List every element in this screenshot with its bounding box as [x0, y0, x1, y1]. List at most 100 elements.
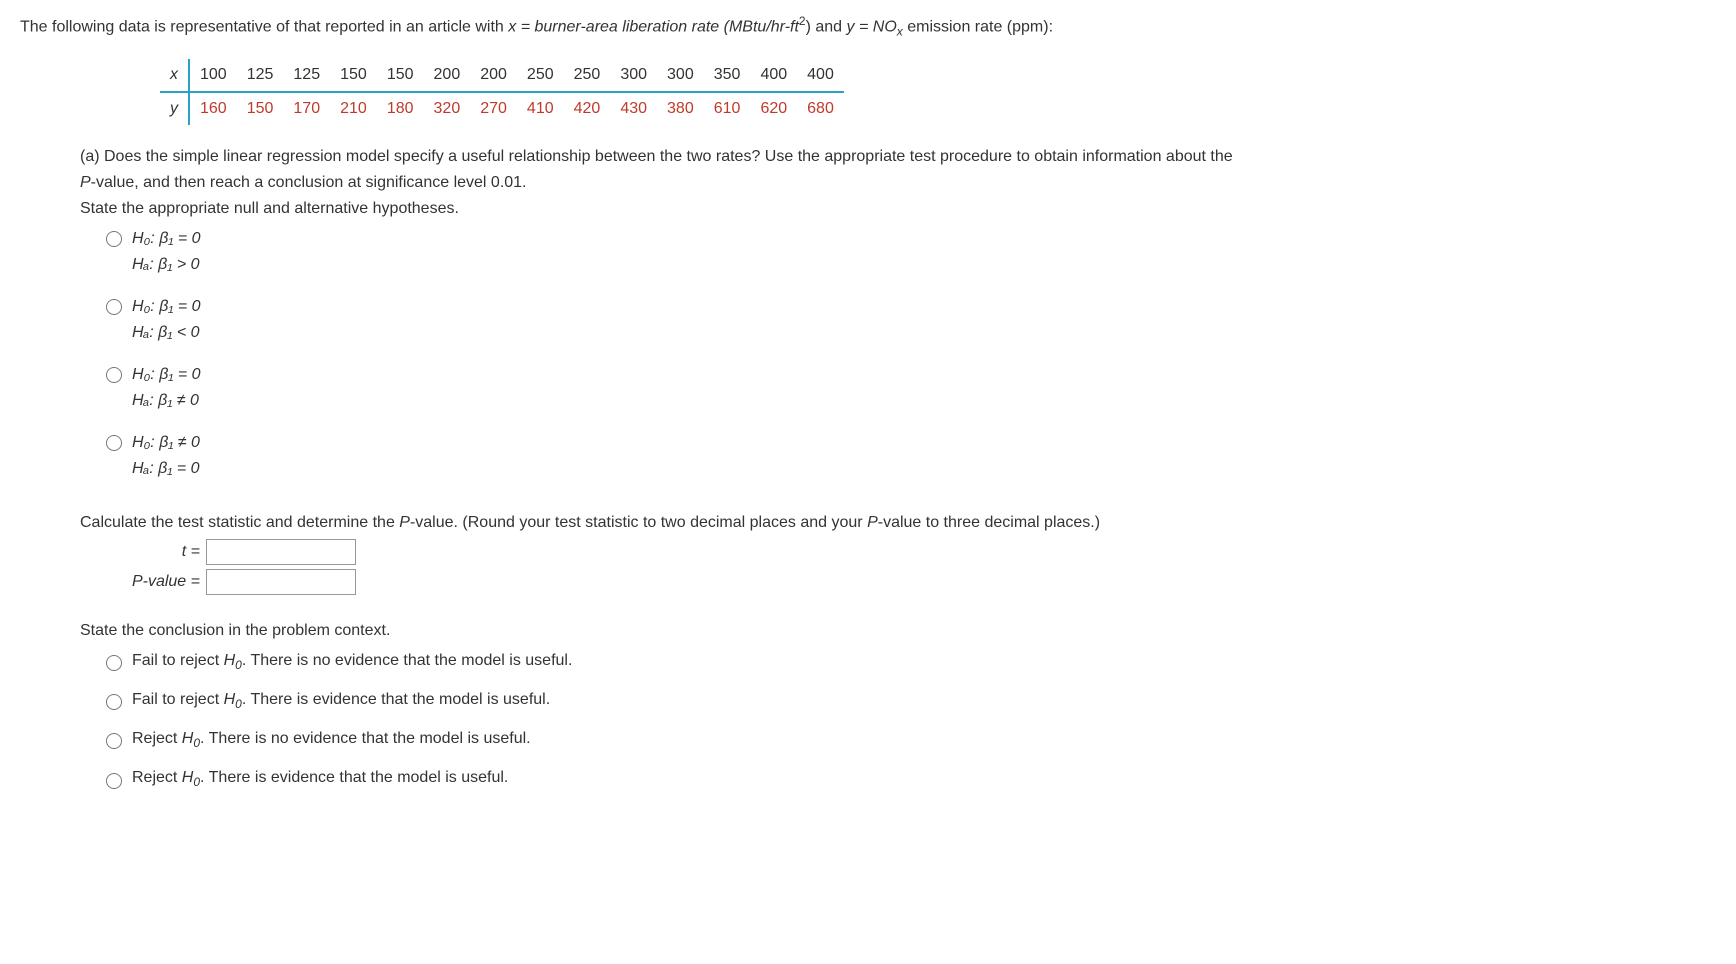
ha-text: Hₐ: β₁ < 0: [132, 324, 200, 341]
x-cell: 300: [610, 59, 657, 92]
table-row-y: y 160 150 170 210 180 320 270 410 420 43…: [160, 92, 844, 125]
radio-icon[interactable]: [106, 367, 122, 383]
conclusion-text: Reject H0. There is no evidence that the…: [132, 727, 531, 752]
radio-icon[interactable]: [106, 733, 122, 749]
x-cell: 125: [283, 59, 330, 92]
x-cell: 100: [189, 59, 237, 92]
part-a-line1: (a) Does the simple linear regression mo…: [80, 145, 1716, 169]
y-cell: 420: [564, 92, 611, 125]
state-hyp: State the appropriate null and alternati…: [80, 197, 1716, 221]
conc-rest4: . There is evidence that the model is us…: [200, 769, 508, 786]
conclusion-option-4[interactable]: Reject H0. There is evidence that the mo…: [106, 766, 1716, 791]
hypothesis-text: H₀: β₁ ≠ 0 Hₐ: β₁ = 0: [132, 431, 200, 483]
x-cell: 125: [237, 59, 284, 92]
hypothesis-text: H₀: β₁ = 0 Hₐ: β₁ ≠ 0: [132, 363, 201, 415]
h0-italic: H: [224, 652, 236, 669]
h0-text: H₀: β₁ = 0: [132, 366, 201, 383]
y-cell: 620: [750, 92, 797, 125]
conclusion-option-1[interactable]: Fail to reject H0. There is no evidence …: [106, 649, 1716, 674]
table-row-x: x 100 125 125 150 150 200 200 250 250 30…: [160, 59, 844, 92]
conc-rej1: Reject: [132, 730, 182, 747]
conclusion-text: Fail to reject H0. There is no evidence …: [132, 649, 572, 674]
radio-icon[interactable]: [106, 299, 122, 315]
x-cell: 250: [517, 59, 564, 92]
intro-prefix: The following data is representative of …: [20, 18, 508, 35]
intro-y-eq: y = NO: [847, 18, 897, 35]
h0-text: H₀: β₁ ≠ 0: [132, 434, 200, 451]
h0-italic: H: [224, 691, 236, 708]
conclusion-text: Reject H0. There is evidence that the mo…: [132, 766, 508, 791]
radio-icon[interactable]: [106, 694, 122, 710]
radio-icon[interactable]: [106, 773, 122, 789]
p-value-input[interactable]: [206, 569, 356, 595]
x-cell: 350: [704, 59, 751, 92]
y-cell: 410: [517, 92, 564, 125]
x-cell: 150: [377, 59, 424, 92]
y-cell: 170: [283, 92, 330, 125]
y-cell: 270: [470, 92, 517, 125]
y-cell: 430: [610, 92, 657, 125]
part-a-q2-rest: -value, and then reach a conclusion at s…: [91, 174, 527, 191]
calc-prompt: Calculate the test statistic and determi…: [80, 511, 1716, 535]
conc-rest2: . There is evidence that the model is us…: [242, 691, 550, 708]
hypothesis-option-4[interactable]: H₀: β₁ ≠ 0 Hₐ: β₁ = 0: [106, 431, 1716, 483]
ha-text: Hₐ: β₁ > 0: [132, 256, 200, 273]
part-a-q1: (a) Does the simple linear regression mo…: [80, 148, 1233, 165]
data-table-wrapper: x 100 125 125 150 150 200 200 250 250 30…: [160, 59, 1716, 125]
conclusion-options: Fail to reject H0. There is no evidence …: [106, 649, 1716, 792]
intro-x-eq: x = burner-area liberation rate (MBtu/hr…: [508, 18, 799, 35]
intro-y-close: emission rate (ppm):: [903, 18, 1053, 35]
conclusion-prompt: State the conclusion in the problem cont…: [80, 619, 1716, 643]
hypothesis-option-1[interactable]: H₀: β₁ = 0 Hₐ: β₁ > 0: [106, 227, 1716, 279]
conc-fail2: Fail to reject: [132, 691, 224, 708]
radio-icon[interactable]: [106, 435, 122, 451]
p-italic: P: [399, 514, 410, 531]
conc-rej2: Reject: [132, 769, 182, 786]
conclusion-option-2[interactable]: Fail to reject H0. There is evidence tha…: [106, 688, 1716, 713]
radio-icon[interactable]: [106, 231, 122, 247]
y-cell: 680: [797, 92, 844, 125]
hypothesis-option-3[interactable]: H₀: β₁ = 0 Hₐ: β₁ ≠ 0: [106, 363, 1716, 415]
y-cell: 150: [237, 92, 284, 125]
intro-sq: 2: [799, 14, 806, 28]
h0-italic: H: [182, 730, 194, 747]
y-cell: 380: [657, 92, 704, 125]
y-cell: 210: [330, 92, 377, 125]
calc-prompt-mid: -value. (Round your test statistic to tw…: [410, 514, 867, 531]
intro-text: The following data is representative of …: [20, 12, 1716, 41]
hypothesis-text: H₀: β₁ = 0 Hₐ: β₁ > 0: [132, 227, 201, 279]
y-cell: 610: [704, 92, 751, 125]
hypotheses-group: H₀: β₁ = 0 Hₐ: β₁ > 0 H₀: β₁ = 0 Hₐ: β₁ …: [106, 227, 1716, 483]
y-label: y: [160, 92, 189, 125]
h0-text: H₀: β₁ = 0: [132, 230, 201, 247]
x-label: x: [160, 59, 189, 92]
conc-rest1: . There is no evidence that the model is…: [242, 652, 573, 669]
conclusion-option-3[interactable]: Reject H0. There is no evidence that the…: [106, 727, 1716, 752]
hypothesis-option-2[interactable]: H₀: β₁ = 0 Hₐ: β₁ < 0: [106, 295, 1716, 347]
h0-sub: 0: [235, 697, 242, 711]
calc-section: Calculate the test statistic and determi…: [80, 511, 1716, 595]
y-cell: 320: [424, 92, 471, 125]
x-cell: 400: [797, 59, 844, 92]
conc-fail1: Fail to reject: [132, 652, 224, 669]
t-label: t =: [110, 540, 200, 564]
radio-icon[interactable]: [106, 655, 122, 671]
x-cell: 200: [470, 59, 517, 92]
p-input-row: P-value =: [80, 569, 1716, 595]
x-cell: 150: [330, 59, 377, 92]
data-table: x 100 125 125 150 150 200 200 250 250 30…: [160, 59, 844, 125]
hypothesis-text: H₀: β₁ = 0 Hₐ: β₁ < 0: [132, 295, 201, 347]
conclusion-section: State the conclusion in the problem cont…: [80, 619, 1716, 792]
y-cell: 160: [189, 92, 237, 125]
y-cell: 180: [377, 92, 424, 125]
calc-prompt-prefix: Calculate the test statistic and determi…: [80, 514, 399, 531]
conc-rest3: . There is no evidence that the model is…: [200, 730, 531, 747]
h0-text: H₀: β₁ = 0: [132, 298, 201, 315]
t-input[interactable]: [206, 539, 356, 565]
p-label: P-value =: [80, 570, 200, 594]
x-cell: 400: [750, 59, 797, 92]
calc-prompt-end: -value to three decimal places.): [878, 514, 1100, 531]
x-cell: 200: [424, 59, 471, 92]
h0-sub: 0: [235, 658, 242, 672]
ha-text: Hₐ: β₁ ≠ 0: [132, 392, 199, 409]
